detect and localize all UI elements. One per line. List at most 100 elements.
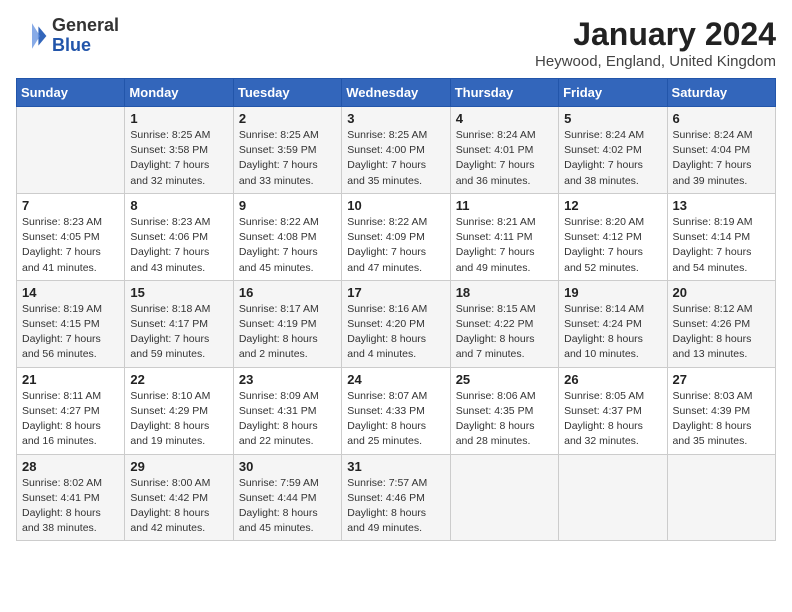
day-number: 25 <box>456 372 553 387</box>
calendar-cell: 19 Sunrise: 8:14 AMSunset: 4:24 PMDaylig… <box>559 280 667 367</box>
day-number: 29 <box>130 459 227 474</box>
calendar-week-row: 28 Sunrise: 8:02 AMSunset: 4:41 PMDaylig… <box>17 454 776 541</box>
calendar-cell: 29 Sunrise: 8:00 AMSunset: 4:42 PMDaylig… <box>125 454 233 541</box>
day-number: 1 <box>130 111 227 126</box>
calendar-cell: 31 Sunrise: 7:57 AMSunset: 4:46 PMDaylig… <box>342 454 450 541</box>
logo: General Blue <box>16 16 119 56</box>
day-number: 10 <box>347 198 444 213</box>
day-number: 20 <box>673 285 770 300</box>
calendar-cell <box>17 107 125 194</box>
day-info: Sunrise: 8:17 AMSunset: 4:19 PMDaylight:… <box>239 302 336 363</box>
calendar-cell: 21 Sunrise: 8:11 AMSunset: 4:27 PMDaylig… <box>17 367 125 454</box>
day-info: Sunrise: 8:25 AMSunset: 3:58 PMDaylight:… <box>130 128 227 189</box>
calendar-cell: 13 Sunrise: 8:19 AMSunset: 4:14 PMDaylig… <box>667 193 775 280</box>
day-info: Sunrise: 8:12 AMSunset: 4:26 PMDaylight:… <box>673 302 770 363</box>
day-info: Sunrise: 8:19 AMSunset: 4:14 PMDaylight:… <box>673 215 770 276</box>
calendar-week-row: 21 Sunrise: 8:11 AMSunset: 4:27 PMDaylig… <box>17 367 776 454</box>
day-number: 7 <box>22 198 119 213</box>
calendar-body: 1 Sunrise: 8:25 AMSunset: 3:58 PMDayligh… <box>17 107 776 541</box>
calendar-cell: 18 Sunrise: 8:15 AMSunset: 4:22 PMDaylig… <box>450 280 558 367</box>
day-number: 28 <box>22 459 119 474</box>
calendar-cell: 26 Sunrise: 8:05 AMSunset: 4:37 PMDaylig… <box>559 367 667 454</box>
calendar-cell: 27 Sunrise: 8:03 AMSunset: 4:39 PMDaylig… <box>667 367 775 454</box>
day-number: 6 <box>673 111 770 126</box>
calendar-cell: 5 Sunrise: 8:24 AMSunset: 4:02 PMDayligh… <box>559 107 667 194</box>
day-number: 24 <box>347 372 444 387</box>
calendar-cell: 23 Sunrise: 8:09 AMSunset: 4:31 PMDaylig… <box>233 367 341 454</box>
day-info: Sunrise: 8:05 AMSunset: 4:37 PMDaylight:… <box>564 389 661 450</box>
day-number: 8 <box>130 198 227 213</box>
day-number: 18 <box>456 285 553 300</box>
day-info: Sunrise: 8:02 AMSunset: 4:41 PMDaylight:… <box>22 476 119 537</box>
day-info: Sunrise: 8:11 AMSunset: 4:27 PMDaylight:… <box>22 389 119 450</box>
calendar-day-header: Sunday <box>17 79 125 107</box>
calendar-cell: 9 Sunrise: 8:22 AMSunset: 4:08 PMDayligh… <box>233 193 341 280</box>
calendar-day-header: Saturday <box>667 79 775 107</box>
calendar-week-row: 1 Sunrise: 8:25 AMSunset: 3:58 PMDayligh… <box>17 107 776 194</box>
calendar-week-row: 7 Sunrise: 8:23 AMSunset: 4:05 PMDayligh… <box>17 193 776 280</box>
day-number: 2 <box>239 111 336 126</box>
day-info: Sunrise: 8:24 AMSunset: 4:01 PMDaylight:… <box>456 128 553 189</box>
calendar-cell <box>559 454 667 541</box>
day-number: 12 <box>564 198 661 213</box>
day-info: Sunrise: 8:00 AMSunset: 4:42 PMDaylight:… <box>130 476 227 537</box>
calendar-cell: 16 Sunrise: 8:17 AMSunset: 4:19 PMDaylig… <box>233 280 341 367</box>
calendar-cell: 10 Sunrise: 8:22 AMSunset: 4:09 PMDaylig… <box>342 193 450 280</box>
logo-icon <box>16 20 48 52</box>
day-info: Sunrise: 8:25 AMSunset: 3:59 PMDaylight:… <box>239 128 336 189</box>
day-info: Sunrise: 8:24 AMSunset: 4:04 PMDaylight:… <box>673 128 770 189</box>
calendar-day-header: Wednesday <box>342 79 450 107</box>
calendar-day-header: Friday <box>559 79 667 107</box>
day-number: 26 <box>564 372 661 387</box>
logo-text: General Blue <box>52 16 119 56</box>
calendar-cell: 12 Sunrise: 8:20 AMSunset: 4:12 PMDaylig… <box>559 193 667 280</box>
day-number: 9 <box>239 198 336 213</box>
day-info: Sunrise: 8:16 AMSunset: 4:20 PMDaylight:… <box>347 302 444 363</box>
day-info: Sunrise: 7:57 AMSunset: 4:46 PMDaylight:… <box>347 476 444 537</box>
day-number: 5 <box>564 111 661 126</box>
day-number: 17 <box>347 285 444 300</box>
calendar-cell: 2 Sunrise: 8:25 AMSunset: 3:59 PMDayligh… <box>233 107 341 194</box>
day-number: 15 <box>130 285 227 300</box>
calendar-day-header: Thursday <box>450 79 558 107</box>
calendar-week-row: 14 Sunrise: 8:19 AMSunset: 4:15 PMDaylig… <box>17 280 776 367</box>
day-number: 11 <box>456 198 553 213</box>
calendar-cell: 11 Sunrise: 8:21 AMSunset: 4:11 PMDaylig… <box>450 193 558 280</box>
day-info: Sunrise: 8:19 AMSunset: 4:15 PMDaylight:… <box>22 302 119 363</box>
day-number: 19 <box>564 285 661 300</box>
day-number: 31 <box>347 459 444 474</box>
day-info: Sunrise: 8:22 AMSunset: 4:08 PMDaylight:… <box>239 215 336 276</box>
day-info: Sunrise: 8:18 AMSunset: 4:17 PMDaylight:… <box>130 302 227 363</box>
calendar-cell: 8 Sunrise: 8:23 AMSunset: 4:06 PMDayligh… <box>125 193 233 280</box>
day-number: 4 <box>456 111 553 126</box>
day-number: 21 <box>22 372 119 387</box>
location-title: Heywood, England, United Kingdom <box>535 53 776 70</box>
calendar-cell: 20 Sunrise: 8:12 AMSunset: 4:26 PMDaylig… <box>667 280 775 367</box>
calendar-day-header: Monday <box>125 79 233 107</box>
calendar-cell: 17 Sunrise: 8:16 AMSunset: 4:20 PMDaylig… <box>342 280 450 367</box>
day-number: 14 <box>22 285 119 300</box>
calendar-header-row: SundayMondayTuesdayWednesdayThursdayFrid… <box>17 79 776 107</box>
calendar-day-header: Tuesday <box>233 79 341 107</box>
title-block: January 2024 Heywood, England, United Ki… <box>535 16 776 70</box>
day-info: Sunrise: 8:15 AMSunset: 4:22 PMDaylight:… <box>456 302 553 363</box>
day-info: Sunrise: 8:22 AMSunset: 4:09 PMDaylight:… <box>347 215 444 276</box>
day-number: 16 <box>239 285 336 300</box>
calendar-table: SundayMondayTuesdayWednesdayThursdayFrid… <box>16 78 776 541</box>
calendar-cell: 1 Sunrise: 8:25 AMSunset: 3:58 PMDayligh… <box>125 107 233 194</box>
day-number: 23 <box>239 372 336 387</box>
day-info: Sunrise: 8:23 AMSunset: 4:05 PMDaylight:… <box>22 215 119 276</box>
day-number: 27 <box>673 372 770 387</box>
day-info: Sunrise: 8:09 AMSunset: 4:31 PMDaylight:… <box>239 389 336 450</box>
day-info: Sunrise: 7:59 AMSunset: 4:44 PMDaylight:… <box>239 476 336 537</box>
calendar-cell: 14 Sunrise: 8:19 AMSunset: 4:15 PMDaylig… <box>17 280 125 367</box>
day-info: Sunrise: 8:03 AMSunset: 4:39 PMDaylight:… <box>673 389 770 450</box>
day-info: Sunrise: 8:10 AMSunset: 4:29 PMDaylight:… <box>130 389 227 450</box>
day-number: 22 <box>130 372 227 387</box>
calendar-cell: 3 Sunrise: 8:25 AMSunset: 4:00 PMDayligh… <box>342 107 450 194</box>
calendar-cell: 7 Sunrise: 8:23 AMSunset: 4:05 PMDayligh… <box>17 193 125 280</box>
day-info: Sunrise: 8:25 AMSunset: 4:00 PMDaylight:… <box>347 128 444 189</box>
day-info: Sunrise: 8:06 AMSunset: 4:35 PMDaylight:… <box>456 389 553 450</box>
calendar-cell: 22 Sunrise: 8:10 AMSunset: 4:29 PMDaylig… <box>125 367 233 454</box>
calendar-cell: 15 Sunrise: 8:18 AMSunset: 4:17 PMDaylig… <box>125 280 233 367</box>
